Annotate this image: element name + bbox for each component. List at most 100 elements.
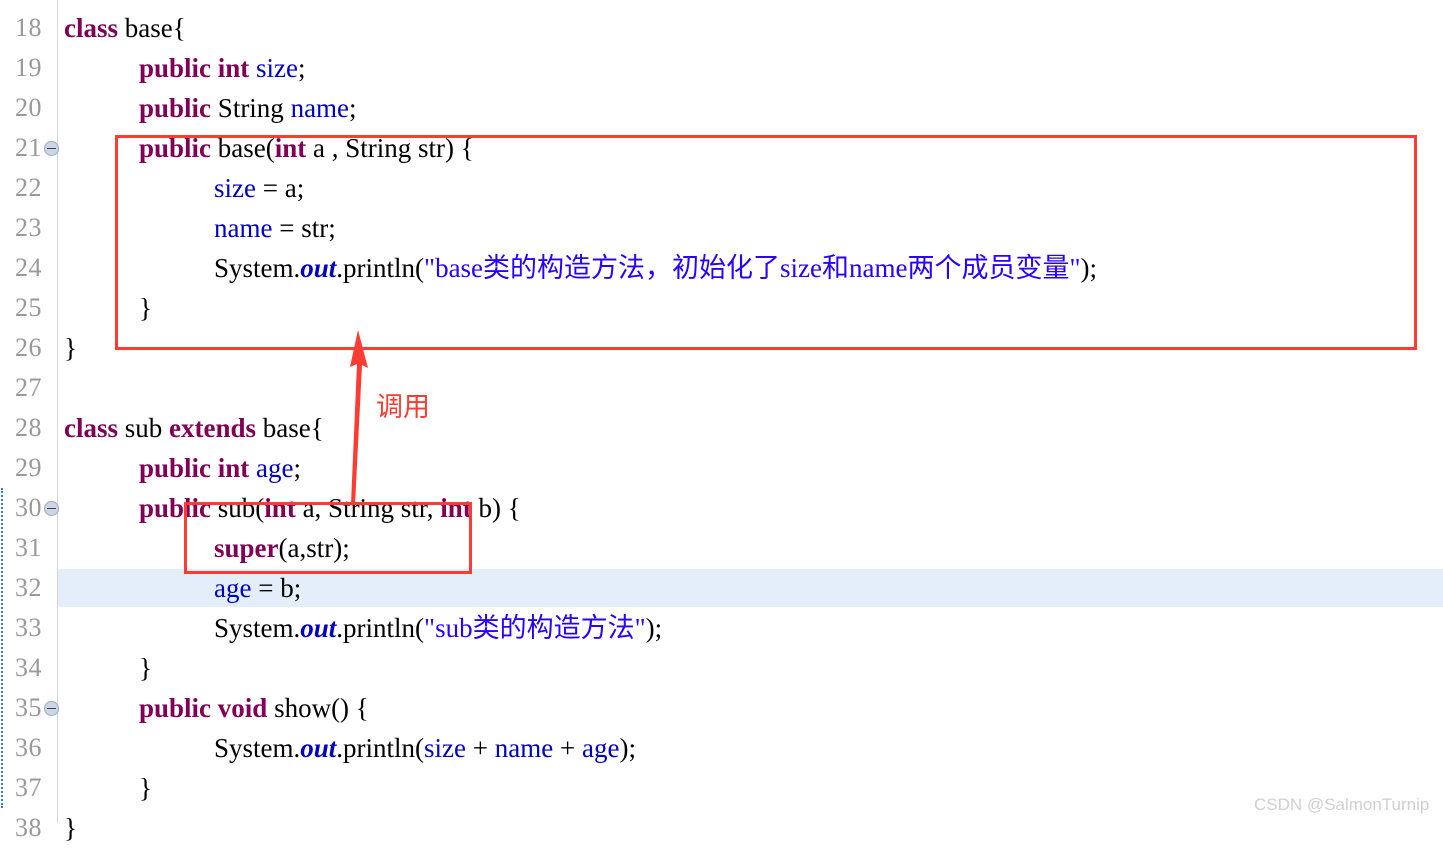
line-number: 27	[15, 373, 42, 402]
code-token-plain: }	[139, 293, 152, 323]
code-token-kw: public	[139, 93, 212, 123]
code-line[interactable]: public void show() {	[58, 688, 369, 728]
line-number: 35	[15, 693, 42, 722]
code-line[interactable]: }	[58, 808, 77, 848]
code-token-plain: .println(	[336, 253, 425, 283]
code-token-kw: public int	[139, 453, 250, 483]
line-number: 31	[15, 533, 42, 562]
code-token-sfld: out	[300, 733, 337, 763]
line-number: 25	[15, 293, 42, 322]
code-token-plain: }	[139, 773, 152, 803]
code-token-plain: String	[211, 93, 291, 123]
code-token-kw: int	[274, 133, 307, 163]
line-number: 33	[15, 613, 42, 642]
line-number: 37	[15, 773, 42, 802]
code-token-kw: class	[64, 13, 118, 43]
code-token-str: "sub类的构造方法"	[424, 613, 646, 643]
annotation-label-call: 调用	[376, 392, 430, 422]
line-number: 22	[15, 173, 42, 202]
line-number: 34	[15, 653, 42, 682]
code-token-plain: base{	[118, 13, 186, 43]
code-token-plain: base(	[211, 133, 275, 163]
line-number-gutter[interactable]: 18 19 20 21 22 23 24 25 26 27 28 29 30 31 32 33 34 35 36 37…	[0, 0, 59, 842]
code-token-fld: age	[256, 453, 294, 483]
code-line[interactable]: class sub extends base{	[58, 408, 324, 448]
code-line[interactable]: System.out.println("sub类的构造方法");	[58, 608, 662, 648]
code-line[interactable]: size = a;	[58, 168, 304, 208]
line-number: 28	[15, 413, 42, 442]
code-token-plain: a , String str) {	[306, 133, 474, 163]
code-token-plain: +	[553, 733, 582, 763]
code-token-fld: size	[214, 173, 256, 203]
code-line[interactable]: }	[58, 768, 152, 808]
code-token-kw: super	[214, 533, 279, 563]
code-token-kw: class	[64, 413, 118, 443]
code-token-fld: age	[214, 573, 252, 603]
code-token-plain: b) {	[471, 493, 521, 523]
code-token-plain: ;	[298, 53, 306, 83]
line-number: 23	[15, 213, 42, 242]
line-number: 26	[15, 333, 42, 362]
code-token-fld: size	[256, 53, 299, 83]
code-line[interactable]: super(a,str);	[58, 528, 350, 568]
code-token-kw: public	[139, 493, 212, 523]
code-token-kw: int	[264, 493, 296, 523]
code-token-plain: System.	[214, 613, 301, 643]
code-line[interactable]: name = str;	[58, 208, 336, 248]
code-token-sfld: out	[300, 613, 337, 643]
code-token-plain: sub	[118, 413, 170, 443]
code-token-fld: name	[290, 93, 350, 123]
line-number: 29	[15, 453, 42, 482]
line-number: 30	[15, 493, 42, 522]
code-line[interactable]: class base{	[58, 8, 186, 48]
line-number: 24	[15, 253, 42, 282]
code-token-plain: base{	[256, 413, 324, 443]
code-token-plain: );	[645, 613, 663, 643]
code-surface[interactable]: class base{public int size; public String…	[58, 0, 1443, 843]
code-token-plain: .println(	[336, 613, 425, 643]
code-token-plain: a, String str,	[295, 493, 441, 523]
code-line[interactable]: public int size;	[58, 48, 306, 88]
code-token-plain: );	[1080, 253, 1098, 283]
code-token-plain: );	[619, 733, 636, 763]
code-token-fld: age	[581, 733, 620, 763]
line-number: 20	[15, 93, 42, 122]
code-line[interactable]: System.out.println(size + name + age);	[58, 728, 636, 768]
code-line[interactable]: }	[58, 288, 152, 328]
code-token-plain: ;	[349, 93, 357, 123]
line-number: 32	[15, 573, 42, 602]
code-line[interactable]: System.out.println("base类的构造方法，初始化了size和…	[58, 248, 1097, 288]
code-line[interactable]: public base(int a , String str) {	[58, 128, 474, 168]
code-token-plain: ;	[293, 453, 302, 483]
code-fold-toggle-icon[interactable]	[44, 501, 59, 516]
code-token-fld: name	[214, 213, 273, 243]
line-number: 38	[15, 813, 42, 842]
code-token-str: "base类的构造方法，初始化了size和name两个成员变量"	[424, 253, 1081, 283]
code-fold-toggle-icon[interactable]	[44, 141, 59, 156]
code-token-fld: size	[424, 733, 467, 763]
code-token-plain: = a;	[255, 173, 305, 203]
code-token-plain: +	[466, 733, 495, 763]
line-number: 18	[15, 13, 42, 42]
code-fold-toggle-icon[interactable]	[44, 701, 59, 716]
code-token-kw: public	[139, 133, 212, 163]
code-line[interactable]: age = b;	[58, 568, 301, 608]
code-token-kw: public void	[139, 693, 268, 723]
code-line[interactable]: public String name;	[58, 88, 357, 128]
code-token-kw: int	[440, 493, 472, 523]
code-token-kw: public int	[139, 53, 250, 83]
code-line[interactable]	[58, 368, 64, 408]
code-token-plain: show() {	[267, 693, 369, 723]
code-line[interactable]: public int age;	[58, 448, 301, 488]
code-token-plain: }	[64, 813, 77, 843]
code-editor[interactable]: 18 19 20 21 22 23 24 25 26 27 28 29 30 31 32 33 34 35 36 37…	[0, 0, 1443, 843]
line-number: 19	[15, 53, 42, 82]
code-line[interactable]: }	[58, 648, 152, 688]
code-line[interactable]: }	[58, 328, 77, 368]
code-token-plain: = b;	[251, 573, 302, 603]
line-number: 21	[15, 133, 42, 162]
code-token-plain: System.	[214, 733, 301, 763]
code-token-sfld: out	[300, 253, 337, 283]
code-line[interactable]: public sub(int a, String str, int b) {	[58, 488, 521, 528]
code-token-fld: name	[494, 733, 554, 763]
